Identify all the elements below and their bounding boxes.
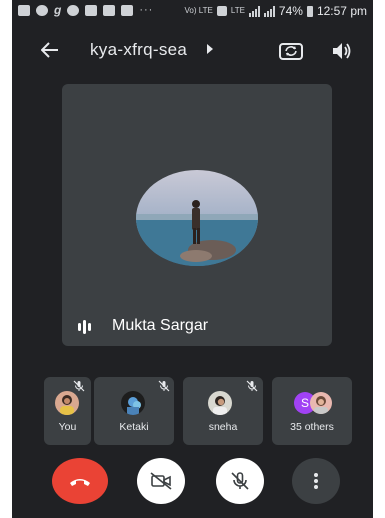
status-bar: g ··· Vo) LTE LTE 74% 12:57 pm: [12, 0, 373, 22]
participant-name: sneha: [208, 421, 238, 433]
switch-camera-icon: [279, 43, 303, 60]
more-notifications-icon: ···: [139, 4, 154, 16]
phone-hangup-icon: [70, 479, 90, 486]
camera-toggle-button[interactable]: [137, 458, 185, 504]
signal-icon: [248, 5, 260, 17]
notification-icons: g ···: [18, 4, 153, 16]
back-arrow-icon: [41, 42, 58, 58]
more-vert-icon: [314, 473, 318, 489]
switch-camera-button[interactable]: [276, 37, 306, 65]
avatar: [121, 391, 145, 415]
image-icon: [85, 4, 98, 16]
g-icon: g: [54, 2, 62, 17]
participant-tile-sneha[interactable]: sneha: [183, 377, 263, 445]
message-icon: [18, 4, 30, 16]
participant-name: Ketaki: [119, 421, 149, 433]
signal-icon-2: [263, 5, 275, 17]
more-options-button[interactable]: [292, 458, 340, 504]
system-icons: Vo) LTE LTE 74% 12:57 pm: [185, 4, 367, 18]
battery-icon: [306, 5, 313, 17]
speaking-indicator-icon: [78, 320, 91, 334]
clock: 12:57 pm: [316, 4, 367, 18]
top-bar: kya-xfrq-sea: [12, 30, 373, 70]
active-speaker-tile[interactable]: Mukta Sargar: [62, 84, 332, 346]
avatar: [55, 391, 79, 415]
speaker-avatar: [136, 170, 258, 266]
speaker-photo: [136, 170, 258, 266]
mic-off-icon: [158, 380, 170, 392]
mic-toggle-button[interactable]: [216, 458, 264, 504]
end-call-button[interactable]: [52, 458, 108, 504]
speaker-button[interactable]: [328, 37, 356, 65]
participant-strip: You Ketaki sneha S 35 others: [44, 377, 352, 445]
avatar: [208, 391, 232, 415]
mic-off-icon: [246, 380, 258, 392]
caret-right-icon[interactable]: [206, 44, 214, 54]
camera-off-icon: [150, 472, 172, 490]
participant-name: You: [58, 421, 77, 433]
participant-tile-ketaki[interactable]: Ketaki: [94, 377, 174, 445]
speaker-name: Mukta Sargar: [112, 317, 209, 334]
participant-tile-you[interactable]: You: [44, 377, 91, 445]
speaker-icon: [333, 43, 351, 59]
participant-name: 35 others: [290, 421, 334, 433]
meeting-code[interactable]: kya-xfrq-sea: [90, 40, 187, 60]
mail-icon-2: [121, 4, 134, 16]
sim-icon: [216, 6, 227, 16]
mail-icon: [103, 4, 116, 16]
call-controls: [12, 458, 373, 506]
meet-call-screen: g ··· Vo) LTE LTE 74% 12:57 pm kya-xfrq-…: [12, 0, 373, 518]
mic-off-icon: [231, 472, 249, 490]
volte-icon: Vo) LTE: [184, 6, 213, 15]
back-button[interactable]: [36, 36, 64, 64]
avatar: [310, 392, 332, 414]
battery-percent: 74%: [278, 4, 303, 18]
app-icon: [67, 4, 80, 16]
lte-icon: LTE: [230, 6, 245, 15]
whatsapp-icon: [36, 4, 48, 16]
participant-tile-others[interactable]: S 35 others: [272, 377, 352, 445]
mic-off-icon: [73, 380, 85, 392]
